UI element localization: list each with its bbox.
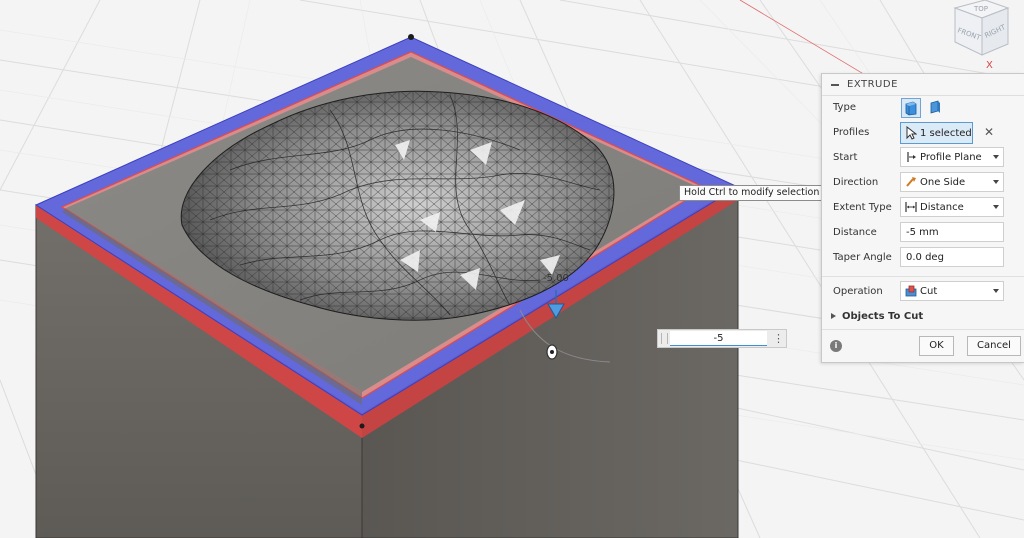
canvas-distance-input[interactable] <box>670 331 767 346</box>
one-side-icon <box>906 177 916 187</box>
x-axis-label: X <box>986 60 993 71</box>
start-value: Profile Plane <box>920 152 982 163</box>
direction-label: Direction <box>833 177 879 188</box>
collapse-icon[interactable] <box>831 80 840 89</box>
extent-type-value: Distance <box>920 202 964 213</box>
solid-extrude-button[interactable] <box>901 98 921 118</box>
distance-manipulator-label: -5.00 <box>543 273 569 284</box>
distance-label: Distance <box>833 227 877 238</box>
cancel-button[interactable]: Cancel <box>967 336 1021 356</box>
distance-field[interactable]: -5 mm <box>900 222 1004 242</box>
cursor-select-icon <box>906 126 917 140</box>
taper-angle-field[interactable]: 0.0 deg <box>900 247 1004 267</box>
taper-angle-value: 0.0 deg <box>906 252 944 263</box>
start-label: Start <box>833 152 858 163</box>
profile-plane-icon <box>907 152 916 162</box>
surface-extrude-button[interactable] <box>926 98 946 118</box>
chevron-right-icon <box>831 313 836 319</box>
dialog-title: EXTRUDE <box>847 79 898 90</box>
profiles-value: 1 selected <box>920 128 972 139</box>
drag-grip-icon[interactable] <box>661 333 668 344</box>
type-label: Type <box>833 102 856 113</box>
surface-extrude-icon <box>930 100 940 114</box>
extent-type-label: Extent Type <box>833 202 892 213</box>
chevron-down-icon <box>993 155 999 159</box>
cut-operation-icon <box>905 285 917 297</box>
operation-value: Cut <box>920 286 938 297</box>
ok-button[interactable]: OK <box>919 336 954 356</box>
objects-to-cut-expander[interactable]: Objects To Cut <box>831 311 923 322</box>
chevron-down-icon <box>993 289 999 293</box>
extent-type-dropdown[interactable]: Distance <box>900 197 1004 217</box>
chevron-down-icon <box>993 180 999 184</box>
objects-to-cut-label: Objects To Cut <box>842 311 924 322</box>
distance-value: -5 mm <box>906 227 939 238</box>
x-icon[interactable]: ✕ <box>982 125 996 139</box>
chevron-down-icon <box>993 205 999 209</box>
direction-dropdown[interactable]: One Side <box>900 172 1004 192</box>
solid-extrude-icon <box>905 101 917 116</box>
profiles-label: Profiles <box>833 127 870 138</box>
vertical-ellipsis-icon[interactable]: ⋮ <box>773 331 784 346</box>
taper-angle-label: Taper Angle <box>833 252 892 263</box>
info-icon[interactable]: i <box>830 340 842 352</box>
dialog-header: EXTRUDE <box>822 74 1024 96</box>
profiles-selection-button[interactable]: 1 selected <box>900 122 973 144</box>
operation-label: Operation <box>833 286 883 297</box>
divider <box>822 276 1024 277</box>
direction-value: One Side <box>920 177 966 188</box>
distance-icon <box>905 202 917 212</box>
canvas-distance-input-box: ⋮ <box>657 329 787 348</box>
operation-dropdown[interactable]: Cut <box>900 281 1004 301</box>
start-dropdown[interactable]: Profile Plane <box>900 147 1004 167</box>
selection-tooltip: Hold Ctrl to modify selection <box>679 185 825 201</box>
extrude-dialog: EXTRUDE Type Profiles 1 selected ✕ Start… <box>821 73 1024 363</box>
viewcube-top-label: TOP <box>973 5 988 13</box>
divider <box>822 329 1024 330</box>
